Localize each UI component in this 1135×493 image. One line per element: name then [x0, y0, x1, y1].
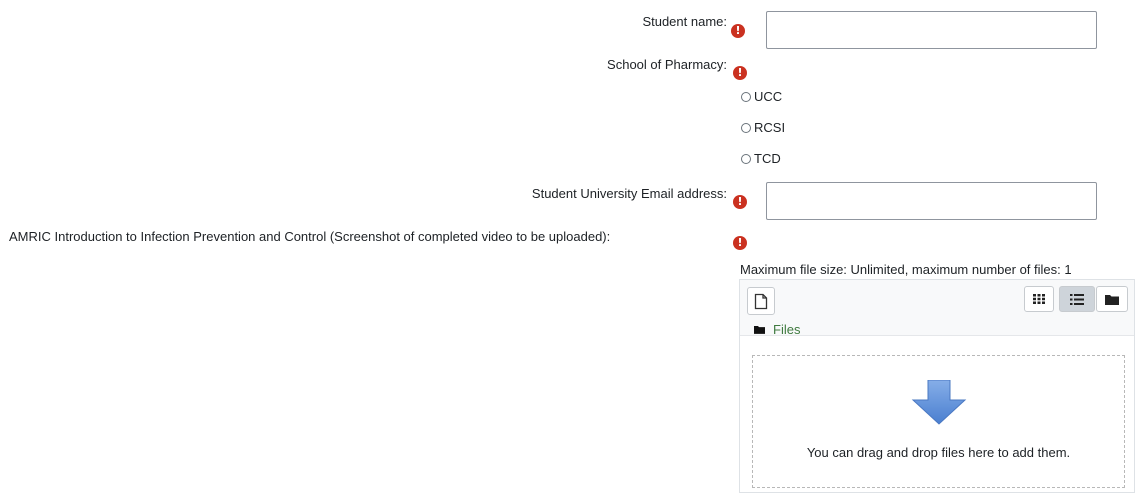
upload-label: AMRIC Introduction to Infection Preventi…: [9, 229, 611, 244]
folder-icon: [754, 325, 765, 334]
required-icon: !: [731, 24, 745, 38]
arrow-down-icon: [911, 380, 967, 425]
email-label: Student University Email address:: [531, 186, 727, 201]
folder-icon: [1105, 294, 1119, 305]
file-dropzone[interactable]: You can drag and drop files here to add …: [752, 355, 1125, 488]
required-icon: !: [733, 66, 747, 80]
file-manager-toolbar: Files: [740, 280, 1134, 337]
view-list-button[interactable]: [1059, 286, 1095, 312]
path-bar: Files: [754, 322, 800, 337]
radio-label: RCSI: [754, 120, 786, 135]
radio-label: TCD: [754, 151, 781, 166]
view-icons-button[interactable]: [1024, 286, 1054, 312]
student-name-label: Student name:: [642, 14, 727, 29]
radio-button[interactable]: [741, 122, 751, 133]
student-name-input[interactable]: [766, 11, 1097, 49]
radio-button[interactable]: [741, 91, 751, 102]
add-file-button[interactable]: [747, 287, 775, 315]
radio-option-ucc[interactable]: UCC: [741, 89, 782, 104]
upload-limits-text: Maximum file size: Unlimited, maximum nu…: [740, 262, 1072, 277]
dropzone-text: You can drag and drop files here to add …: [806, 445, 1071, 460]
email-input[interactable]: [766, 182, 1097, 220]
required-icon: !: [733, 195, 747, 209]
school-label: School of Pharmacy:: [607, 57, 727, 72]
required-icon: !: [733, 236, 747, 250]
clipped-top-text: [120, 0, 128, 3]
file-manager: Files You can drag and drop files here t…: [739, 279, 1135, 493]
radio-option-tcd[interactable]: TCD: [741, 151, 781, 166]
view-tree-button[interactable]: [1096, 286, 1128, 312]
radio-button[interactable]: [741, 153, 751, 164]
grid-icon: [1033, 294, 1045, 304]
radio-label: UCC: [754, 89, 783, 104]
radio-option-rcsi[interactable]: RCSI: [741, 120, 785, 135]
path-files-link[interactable]: Files: [773, 322, 800, 337]
list-icon: [1070, 293, 1084, 305]
file-icon: [754, 293, 768, 309]
